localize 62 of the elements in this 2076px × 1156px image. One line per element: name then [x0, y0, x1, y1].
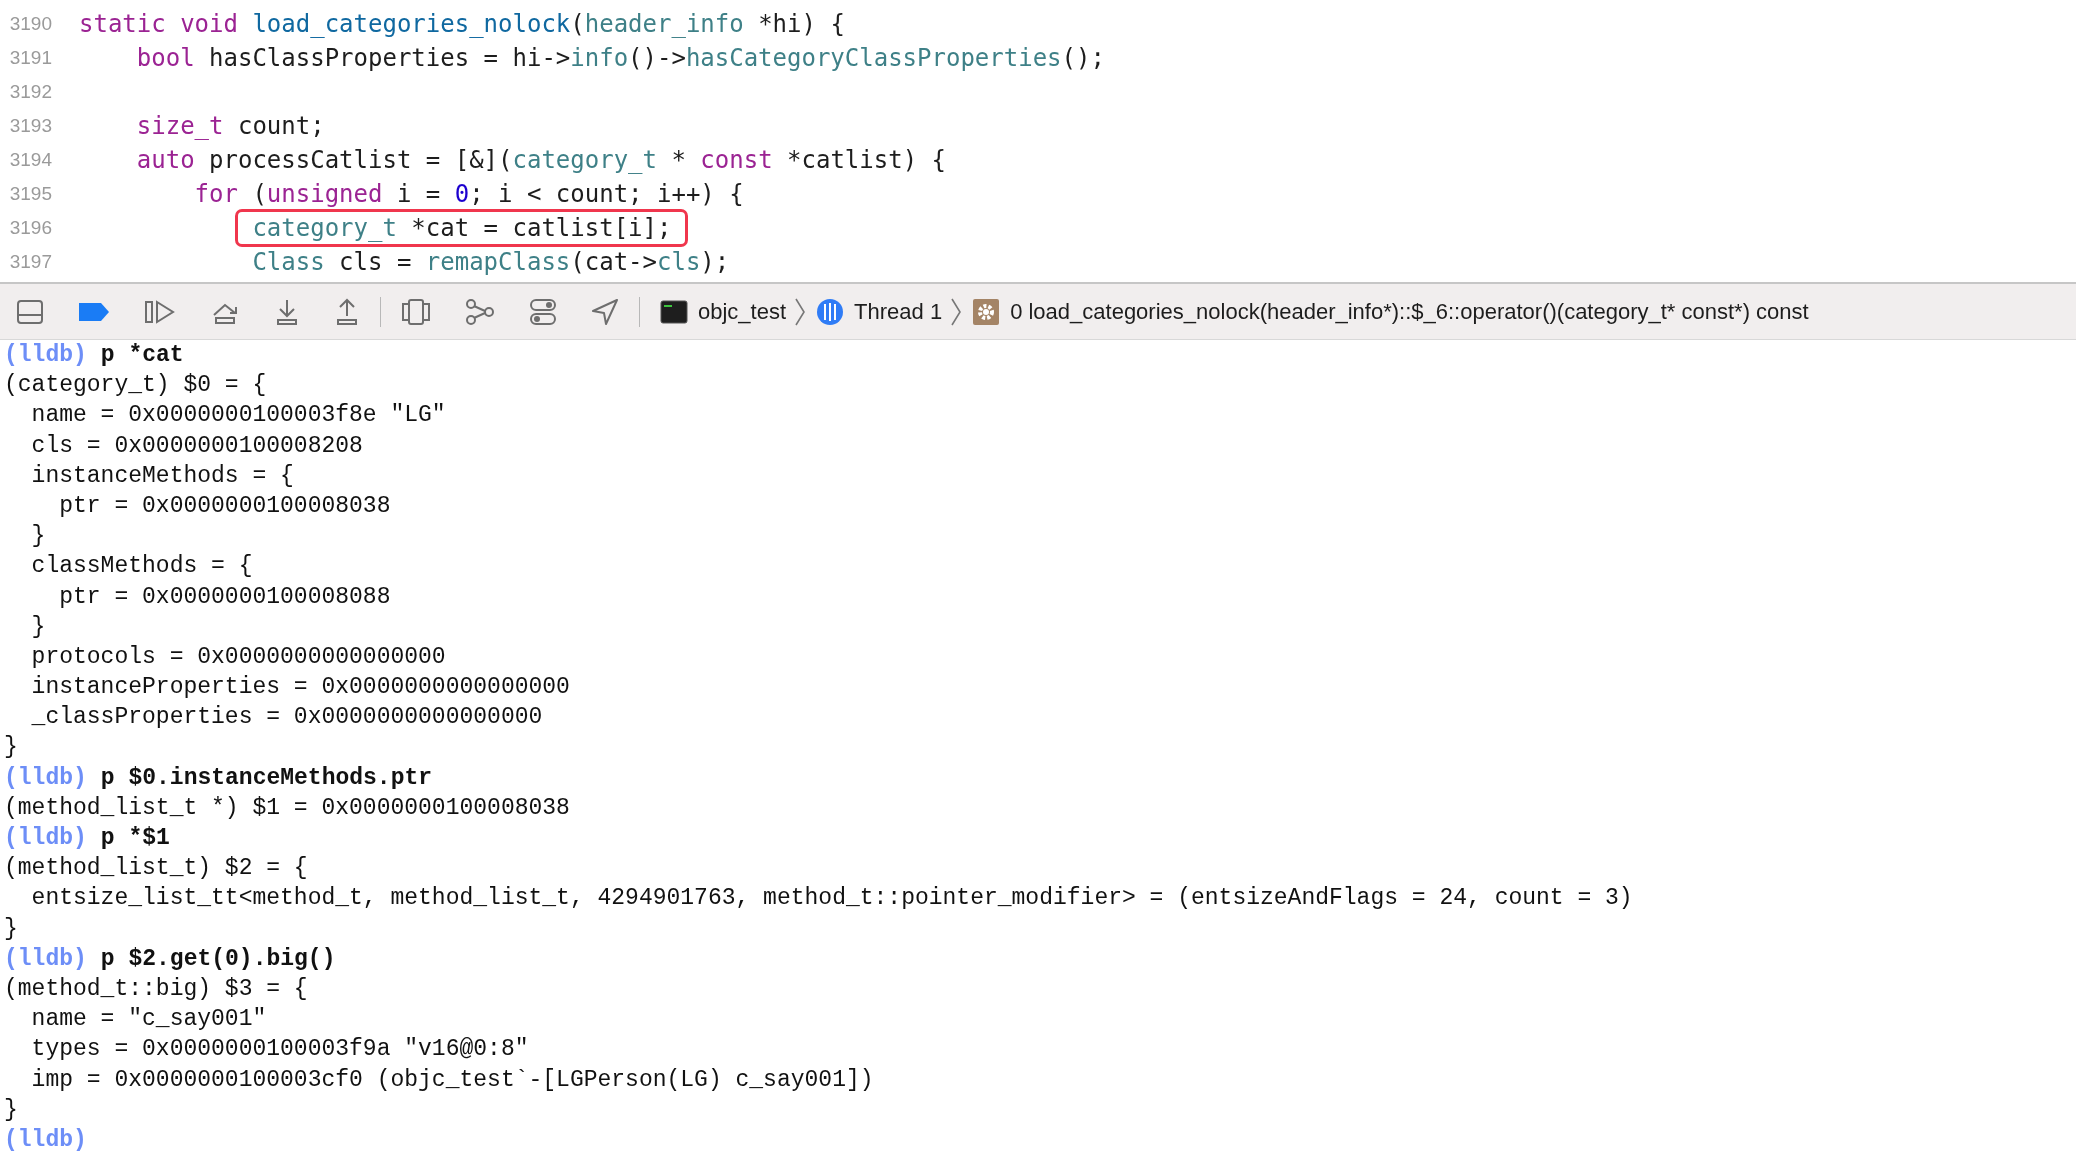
line-number: 3190	[8, 13, 52, 35]
console-output: }	[4, 734, 18, 761]
console-output: instanceMethods = {	[30, 462, 294, 489]
console-output: cls = 0x0000000100008208	[30, 432, 363, 459]
toggle-icon[interactable]	[529, 297, 557, 326]
line-number: 3192	[8, 81, 52, 103]
line-number: 3191	[8, 47, 52, 69]
chevron-icon	[950, 296, 963, 327]
console-output: types = 0x0000000100003f9a "v16@0:8"	[30, 1036, 529, 1063]
console-output: name = 0x0000000100003f8e "LG"	[30, 402, 446, 429]
console-output: }	[4, 1096, 18, 1123]
thread-label[interactable]: Thread 1	[854, 298, 943, 325]
code-line: Class cls = remapClass(cat->cls);	[252, 248, 730, 276]
console-command: p *cat	[100, 342, 184, 368]
chevron-icon	[794, 296, 807, 327]
code-line: bool hasClassProperties = hi->info()->hasCategoryClassProperties();	[136, 44, 1105, 72]
view-hierarchy-icon[interactable]	[401, 297, 431, 326]
process-label[interactable]: objc_test	[698, 298, 787, 325]
console-output: }	[30, 613, 46, 640]
console-output: (method_list_t) $2 = {	[4, 855, 308, 882]
console-output: (method_list_t *) $1 = 0x0000000100008038	[4, 794, 570, 821]
prompt-label: (lldb)	[4, 1126, 87, 1153]
console-output: entsize_list_tt<method_t, method_list_t, 4294901763, method_t::pointer_modifier> = (entsizeAndFlags = 24, count = 3)	[30, 885, 1633, 912]
code-line: static void load_categories_nolock(header_info *hi) {	[79, 10, 845, 38]
console-output: (category_t) $0 = {	[4, 372, 267, 399]
step-out-icon[interactable]	[334, 297, 360, 326]
console-output: protocols = 0x0000000000000000	[30, 643, 446, 670]
console-output: (method_t::big) $3 = {	[4, 975, 308, 1002]
code-line: for (unsigned i = 0; i < count; i++) {	[194, 180, 744, 208]
line-number: 3196	[8, 217, 52, 239]
console-command: p *$1	[100, 825, 170, 851]
console-output: imp = 0x0000000100003cf0 (objc_test`-[LGPerson(LG) c_say001])	[30, 1066, 874, 1093]
continue-icon[interactable]	[144, 298, 176, 325]
code-line: size_t count;	[136, 112, 325, 140]
prompt-label: (lldb)	[4, 764, 87, 791]
console-command: p $0.instanceMethods.ptr	[100, 764, 433, 791]
console-output: }	[4, 915, 18, 942]
prompt-label: (lldb)	[4, 342, 87, 368]
console-output: classMethods = {	[30, 553, 253, 580]
console-output: instanceProperties = 0x0000000000000000	[30, 674, 570, 701]
console-output: ptr = 0x0000000100008038	[58, 492, 391, 519]
line-number: 3193	[8, 115, 52, 137]
prompt-label: (lldb)	[4, 825, 87, 851]
console-output: _classProperties = 0x0000000000000000	[30, 704, 543, 731]
console-output: name = "c_say001"	[30, 1006, 267, 1033]
line-number: 3195	[8, 183, 52, 205]
graph-icon[interactable]	[465, 297, 495, 326]
breakpoint-icon[interactable]	[78, 301, 110, 322]
terminal-icon	[660, 299, 688, 324]
thread-icon	[816, 297, 845, 326]
line-number: 3194	[8, 149, 52, 171]
panel-toggle-icon[interactable]	[16, 298, 44, 325]
step-into-icon[interactable]	[274, 297, 300, 326]
prompt-label: (lldb)	[4, 945, 87, 972]
gear-icon	[972, 297, 1001, 326]
stack-frame-label[interactable]: 0 load_categories_nolock(header_info*)::$_6::operator()(category_t* const*) const	[1010, 298, 1809, 325]
code-line: auto processCatlist = [&](category_t * const *catlist) {	[136, 146, 946, 174]
console-output: ptr = 0x0000000100008088	[58, 583, 391, 610]
line-number: 3197	[8, 251, 52, 273]
console-output: }	[30, 523, 46, 550]
location-icon[interactable]	[591, 297, 619, 326]
console-command: p $2.get(0).big()	[100, 945, 336, 972]
